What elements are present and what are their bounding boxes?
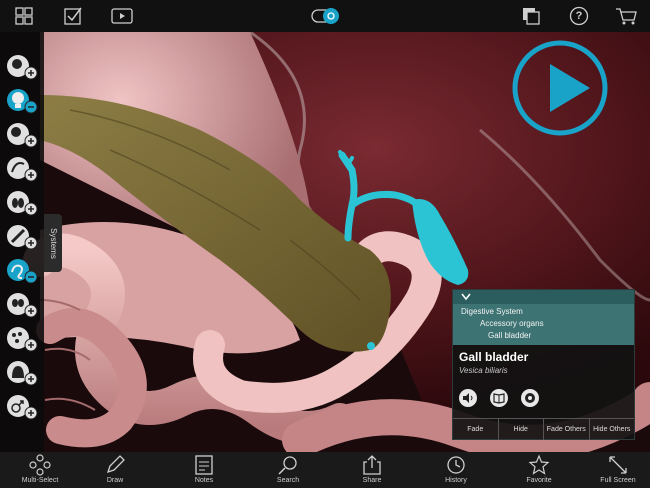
star-icon: [528, 454, 550, 475]
systems-sidebar: [0, 32, 44, 452]
history-label: History: [445, 477, 467, 484]
muscular-system-button[interactable]: [4, 84, 40, 116]
respiratory-system-button[interactable]: [4, 186, 40, 218]
endocrine-system-button[interactable]: [4, 322, 40, 354]
nervous-system-button[interactable]: [4, 152, 40, 184]
checklist-icon[interactable]: [61, 4, 85, 28]
lymphatic-system-button[interactable]: [4, 220, 40, 252]
chevron-down-icon[interactable]: [461, 293, 471, 301]
speaker-icon[interactable]: [459, 389, 477, 407]
history-button[interactable]: History: [426, 454, 486, 488]
hide-others-button[interactable]: Hide Others: [590, 419, 635, 440]
top-toolbar: ?: [0, 0, 650, 32]
layers-icon[interactable]: [519, 4, 543, 28]
grid-icon[interactable]: [12, 4, 36, 28]
search-label: Search: [276, 477, 300, 484]
play-icon: [512, 40, 608, 136]
urinary-system-button[interactable]: [4, 288, 40, 320]
help-icon[interactable]: ?: [567, 4, 591, 28]
full-screen-button[interactable]: Full Screen: [588, 454, 648, 488]
share-button[interactable]: Share: [342, 454, 402, 488]
share-label: Share: [362, 477, 382, 484]
favorite-button[interactable]: Favorite: [509, 454, 569, 488]
bottom-toolbar: Multi-Select Draw Notes Search Share His…: [0, 452, 650, 488]
cart-icon[interactable]: [614, 4, 638, 28]
search-icon: [278, 456, 297, 475]
multi-select-button[interactable]: Multi-Select: [10, 454, 70, 488]
search-button[interactable]: Search: [258, 454, 318, 488]
draw-button[interactable]: Draw: [85, 454, 145, 488]
multi-select-label: Multi-Select: [21, 477, 59, 484]
notes-button[interactable]: Notes: [174, 454, 234, 488]
video-icon[interactable]: [110, 4, 134, 28]
hide-button[interactable]: Hide: [499, 419, 544, 440]
full-screen-label: Full Screen: [600, 477, 636, 484]
structure-actions: Fade Hide Fade Others Hide Others: [453, 418, 634, 440]
help-label: ?: [575, 10, 583, 22]
quiz-icon[interactable]: [521, 389, 539, 407]
fade-others-button[interactable]: Fade Others: [544, 419, 590, 440]
cardiovascular-system-button[interactable]: [4, 118, 40, 150]
camera-toggle-icon[interactable]: [311, 4, 341, 28]
structure-info-panel: Digestive System Accessory organs Gall b…: [452, 289, 635, 440]
fade-button[interactable]: Fade: [453, 419, 499, 440]
systems-tab[interactable]: Systems: [44, 214, 62, 272]
draw-label: Draw: [106, 477, 124, 484]
multi-select-icon: [29, 454, 51, 476]
breadcrumb: Digestive System Accessory organs Gall b…: [453, 304, 634, 345]
reproductive-system-button[interactable]: [4, 390, 40, 422]
structure-latin-name: Vesica biliaris: [459, 366, 508, 375]
structure-title: Gall bladder: [459, 350, 529, 364]
favorite-label: Favorite: [526, 477, 552, 484]
info-panel-header[interactable]: [453, 290, 634, 304]
systems-tab-label: Systems: [48, 227, 58, 259]
book-icon[interactable]: [490, 389, 508, 407]
share-icon: [363, 455, 381, 475]
digestive-system-button[interactable]: [4, 254, 40, 286]
history-icon: [447, 456, 465, 474]
notes-label: Notes: [194, 477, 214, 484]
breadcrumb-structure[interactable]: Gall bladder: [453, 330, 634, 342]
pencil-icon: [106, 455, 125, 474]
breadcrumb-system[interactable]: Digestive System: [453, 306, 634, 318]
breadcrumb-category[interactable]: Accessory organs: [453, 318, 634, 330]
notes-icon: [195, 455, 213, 475]
play-button[interactable]: [510, 38, 610, 138]
integumentary-system-button[interactable]: [4, 356, 40, 388]
fullscreen-icon: [609, 456, 627, 474]
skeletal-system-button[interactable]: [4, 50, 40, 82]
